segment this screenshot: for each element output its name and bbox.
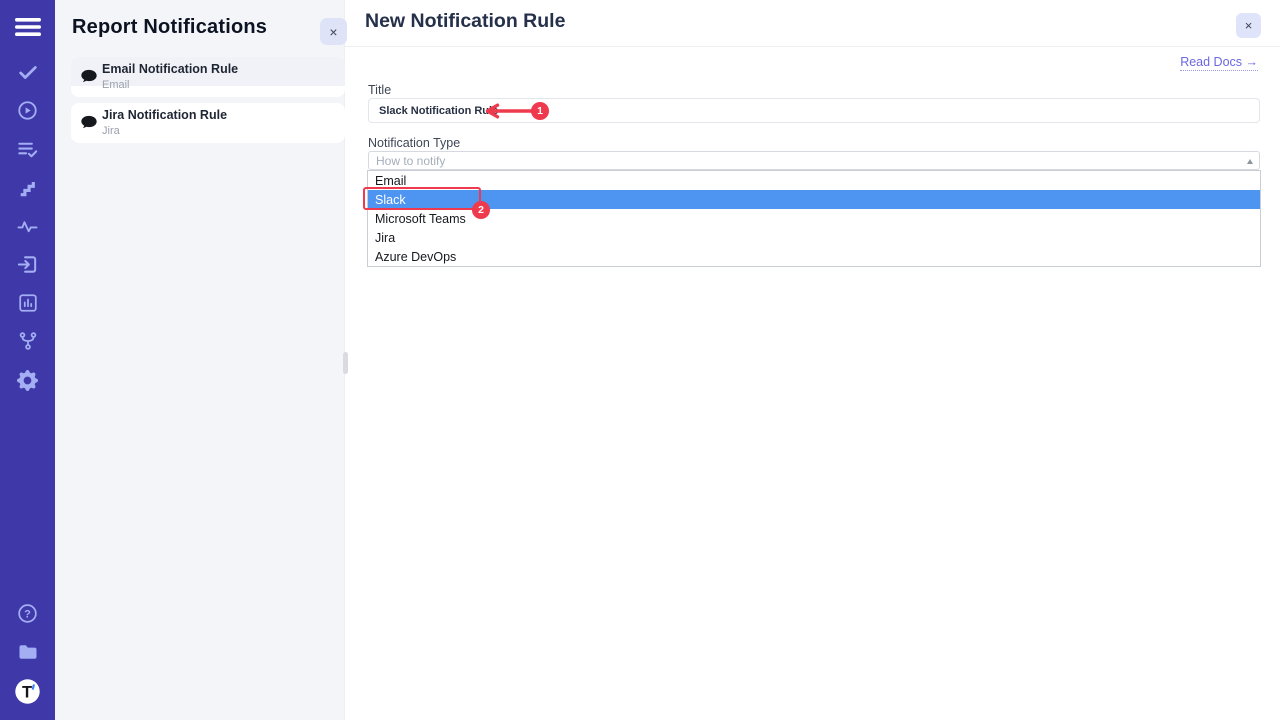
bar-chart-icon[interactable] bbox=[0, 290, 55, 316]
title-field-label: Title bbox=[368, 83, 391, 97]
notification-rule-item-jira[interactable]: Jira Notification Rule Jira bbox=[71, 103, 345, 143]
panel-scrollbar-thumb[interactable] bbox=[343, 352, 348, 374]
report-notifications-panel: Report Notifications Email Notification … bbox=[55, 0, 345, 720]
icon-rail-sidebar: ? T bbox=[0, 0, 55, 720]
notification-type-select[interactable]: How to notify bbox=[368, 151, 1260, 170]
option-jira[interactable]: Jira bbox=[368, 228, 1260, 247]
help-icon[interactable]: ? bbox=[0, 600, 55, 626]
notification-type-label: Notification Type bbox=[368, 136, 460, 150]
page-title: New Notification Rule bbox=[365, 10, 565, 33]
main-close-button[interactable]: × bbox=[1236, 13, 1261, 38]
option-azure-devops[interactable]: Azure DevOps bbox=[368, 247, 1260, 266]
sign-in-icon[interactable] bbox=[0, 251, 55, 277]
activity-pulse-icon[interactable] bbox=[0, 213, 55, 239]
title-input[interactable] bbox=[368, 98, 1260, 123]
option-email[interactable]: Email bbox=[368, 171, 1260, 190]
chat-bubble-icon bbox=[79, 67, 99, 87]
option-microsoft-teams[interactable]: Microsoft Teams bbox=[368, 209, 1260, 228]
stairs-icon[interactable] bbox=[0, 175, 55, 201]
panel-title: Report Notifications bbox=[72, 16, 267, 39]
svg-text:T: T bbox=[22, 683, 32, 701]
notification-rule-subtitle: Jira bbox=[102, 125, 227, 138]
folder-icon[interactable] bbox=[0, 639, 55, 665]
svg-text:?: ? bbox=[24, 608, 31, 620]
notification-rule-title: Email Notification Rule bbox=[102, 62, 238, 77]
app-logo[interactable]: T bbox=[0, 677, 55, 705]
chevron-up-icon bbox=[1247, 159, 1253, 164]
new-notification-rule-view: New Notification Rule × Read Docs → Titl… bbox=[345, 0, 1280, 720]
git-fork-icon[interactable] bbox=[0, 328, 55, 354]
app-window: ? T Report Notifications Email Notificat… bbox=[0, 0, 1280, 720]
notification-rule-title: Jira Notification Rule bbox=[102, 108, 227, 123]
notification-type-dropdown: Email Slack Microsoft Teams Jira Azure D… bbox=[367, 170, 1261, 267]
read-docs-link[interactable]: Read Docs → bbox=[1180, 55, 1258, 71]
header-divider bbox=[345, 46, 1280, 47]
option-slack[interactable]: Slack bbox=[368, 190, 1260, 209]
chat-bubble-icon bbox=[79, 113, 99, 133]
menu-icon[interactable] bbox=[0, 14, 55, 40]
play-circle-icon[interactable] bbox=[0, 97, 55, 123]
notification-rule-subtitle: Email bbox=[102, 79, 238, 92]
list-check-icon[interactable] bbox=[0, 136, 55, 162]
notification-rule-item-email[interactable]: Email Notification Rule Email bbox=[71, 57, 345, 97]
panel-close-button[interactable]: × bbox=[320, 18, 347, 45]
select-placeholder: How to notify bbox=[376, 154, 445, 168]
check-icon[interactable] bbox=[0, 59, 55, 85]
settings-gear-icon[interactable] bbox=[0, 367, 55, 393]
